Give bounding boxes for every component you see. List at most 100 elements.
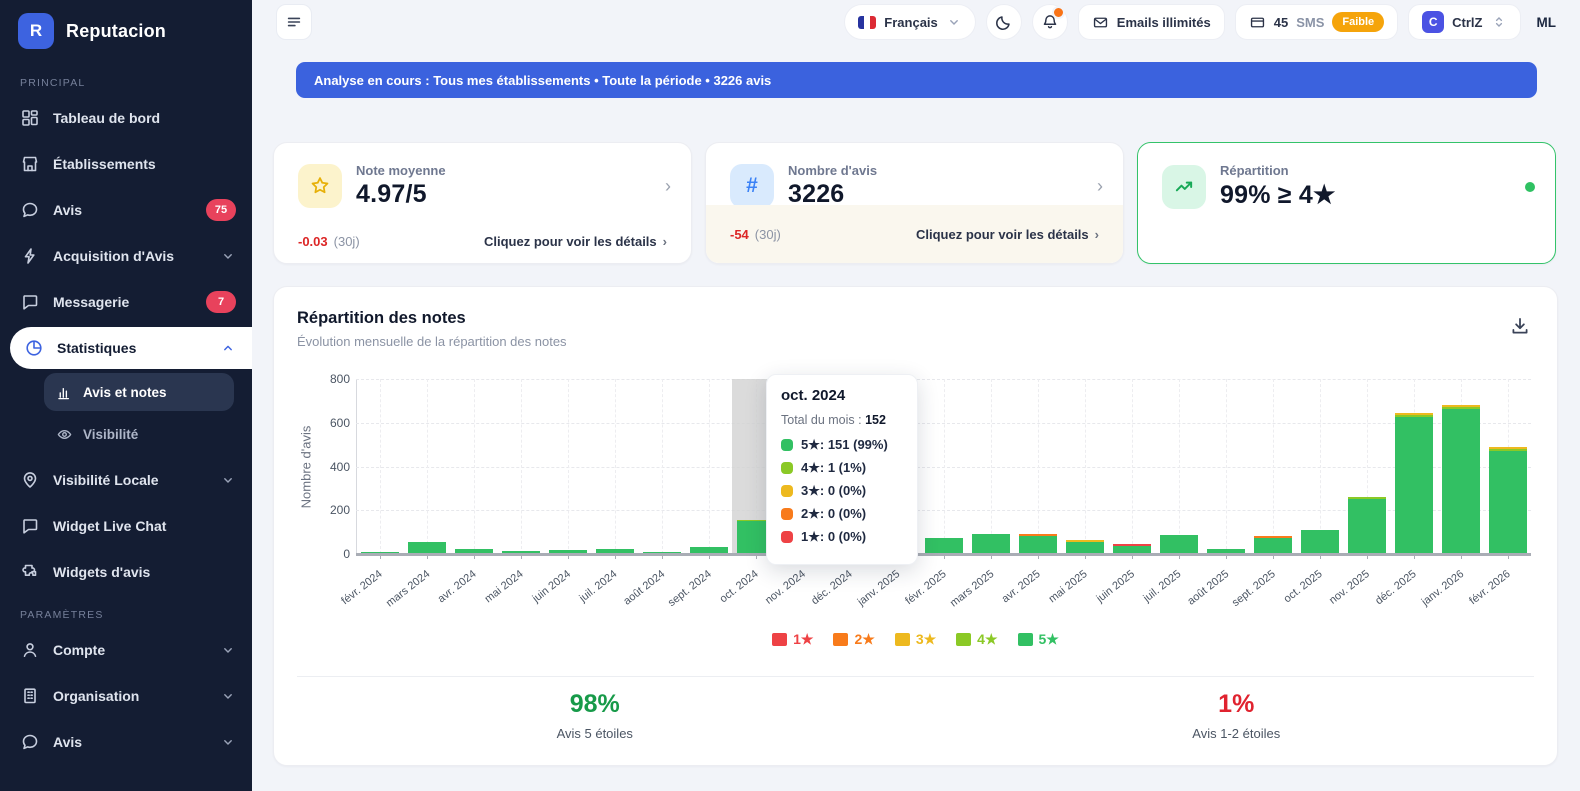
chevron-up-icon	[224, 345, 232, 351]
moon-icon	[995, 16, 1010, 30]
tooltip-row: 1★: 0 (0%)	[781, 529, 903, 545]
bar-oct-2025[interactable]	[1300, 530, 1339, 554]
trend-icon	[1162, 164, 1206, 209]
hamburger-icon	[287, 17, 301, 27]
x-tick-label: juil. 2025	[1141, 568, 1184, 605]
note-moyenne-card[interactable]: Note moyenne 4.97/5 › -0.03 (30j) Cliquez pou…	[273, 142, 692, 264]
sidebar-item-label: Statistiques	[57, 340, 137, 356]
analysis-banner[interactable]: Analyse en cours : Tous mes établissemen…	[296, 62, 1537, 98]
bar-juil-2025[interactable]	[1159, 534, 1198, 554]
x-tick-label: sept. 2024	[666, 568, 714, 610]
card-value: 4.97/5	[356, 180, 427, 208]
download-button[interactable]	[1509, 315, 1531, 337]
x-tick-label: févr. 2026	[1467, 568, 1513, 608]
bar-janv-2026[interactable]	[1441, 404, 1480, 554]
x-tick-label: juin 2025	[1094, 568, 1137, 605]
bar-segment-5★	[1394, 417, 1433, 554]
bar-segment-5★	[1018, 535, 1057, 554]
section-label-parametres: PARAMÈTRES	[20, 609, 104, 621]
sidebar-item-statistiques[interactable]: Statistiques	[10, 327, 252, 369]
x-axis-labels: févr. 2024 mars 2024 avr. 2024 mai 2024 juin…	[339, 560, 1531, 622]
legend-swatch	[833, 633, 849, 646]
legend-swatch	[894, 633, 910, 646]
bar-fevr-2025[interactable]	[924, 537, 963, 554]
legend-item-1[interactable]: 1★	[772, 631, 813, 648]
details-link[interactable]: Cliquez pour voir les détails ›	[484, 234, 667, 249]
delta-value: -54	[730, 226, 749, 242]
count-badge: 7	[206, 291, 236, 313]
legend-label: 3★	[915, 631, 937, 647]
x-tick-label: nov. 2024	[763, 568, 808, 607]
sidebar-item-label: Établissements	[53, 156, 156, 172]
sidebar-item-label: Widgets d'avis	[53, 564, 151, 580]
sidebar-subitem-avis-et-notes[interactable]: Avis et notes	[44, 373, 234, 411]
app-logo[interactable]: R Reputacion	[0, 0, 252, 63]
bar-fevr-2026[interactable]	[1488, 447, 1527, 554]
bar-mai-2025[interactable]	[1065, 539, 1104, 554]
legend-swatch	[772, 633, 788, 646]
sidebar-item-messagerie[interactable]: Messagerie 7	[0, 279, 252, 325]
user-avatar[interactable]: ML	[1537, 15, 1557, 30]
eye-icon	[57, 429, 72, 439]
sidebar-item-organisation[interactable]: Organisation	[0, 673, 252, 719]
dashboard-icon	[22, 110, 38, 126]
summary-1-2-stars: 1% Avis 1-2 étoiles	[916, 690, 1558, 741]
legend-item-4[interactable]: 4★	[956, 631, 998, 648]
legend-label: 1★	[793, 631, 814, 647]
card-icon	[1250, 17, 1264, 27]
bar-chart-plot	[356, 379, 1531, 559]
chat-icon	[22, 202, 38, 218]
language-selector[interactable]: Français	[844, 4, 976, 40]
notifications-button[interactable]	[1031, 4, 1068, 40]
main-area: Français Emails illimités 45 SMS Faible	[252, 0, 1580, 791]
tooltip-row: 3★: 0 (0%)	[781, 483, 903, 499]
chevron-down-icon	[949, 20, 958, 26]
tooltip-row: 5★: 151 (99%)	[781, 437, 903, 453]
dark-mode-button[interactable]	[985, 4, 1022, 40]
sidebar-subitem-visibilite[interactable]: Visibilité	[44, 415, 234, 453]
sidebar-item-label: Widget Live Chat	[53, 518, 167, 534]
pin-icon	[23, 472, 37, 488]
y-axis-ticks: 0 200 400 600 800	[310, 287, 350, 587]
details-link[interactable]: Cliquez pour voir les détails ›	[916, 227, 1099, 242]
nombre-d-avis-card[interactable]: # Nombre d'avis 3226 › -54 (30j) Cliquez pour …	[705, 142, 1124, 264]
sms-credit[interactable]: 45 SMS Faible	[1234, 4, 1399, 40]
sidebar-item-visibilite-locale[interactable]: Visibilité Locale	[0, 457, 252, 503]
sidebar-item-etablissements[interactable]: Établissements	[0, 141, 252, 187]
sidebar-item-tableau-de-bord[interactable]: Tableau de bord	[0, 95, 252, 141]
sidebar-item-label: Tableau de bord	[53, 110, 161, 126]
legend-item-5[interactable]: 5★	[1017, 631, 1059, 648]
section-label-principal: PRINCIPAL	[20, 77, 86, 89]
bar-avr-2025[interactable]	[1018, 533, 1057, 554]
summary-row: 98% Avis 5 étoiles 1% Avis 1-2 étoiles	[274, 690, 1557, 741]
bar-sept-2025[interactable]	[1253, 535, 1292, 554]
sms-count: 45	[1273, 14, 1289, 30]
sidebar-item-avis[interactable]: Avis	[0, 719, 252, 765]
legend-label: 5★	[1038, 631, 1059, 647]
delta-value: -0.03	[298, 233, 328, 249]
x-tick-label: janv. 2025	[855, 568, 902, 609]
legend-item-2[interactable]: 2★	[833, 631, 875, 648]
bar-mars-2025[interactable]	[971, 534, 1010, 554]
sidebar-item-label: Acquisition d'Avis	[53, 248, 175, 264]
card-title: Note moyenne	[356, 163, 446, 178]
download-icon	[1512, 317, 1528, 334]
emails-label: Emails illimités	[1116, 14, 1211, 30]
x-tick-label: déc. 2024	[809, 568, 855, 608]
message-icon	[23, 295, 38, 310]
bar-segment-5★	[924, 537, 963, 554]
sidebar-item-widget-live-chat[interactable]: Widget Live Chat	[0, 503, 252, 549]
bar-nov-2025[interactable]	[1347, 497, 1386, 554]
sidebar-item-compte[interactable]: Compte	[0, 627, 252, 673]
sidebar-item-widgets-d-avis[interactable]: Widgets d'avis	[0, 549, 252, 595]
workspace-selector[interactable]: C CtrlZ	[1408, 4, 1521, 40]
sidebar-item-avis[interactable]: Avis 75	[0, 187, 252, 233]
legend-item-3[interactable]: 3★	[894, 631, 937, 648]
sidebar-toggle-button[interactable]	[276, 4, 312, 40]
sidebar-item-acquisition-d-avis[interactable]: Acquisition d'Avis	[0, 233, 252, 279]
emails-button[interactable]: Emails illimités	[1077, 4, 1225, 40]
card-value: 99% ≥ 4★	[1220, 181, 1336, 209]
bar-dec-2025[interactable]	[1394, 413, 1433, 554]
repartition-card[interactable]: Répartition 99% ≥ 4★	[1137, 142, 1556, 264]
chat-icon	[22, 734, 38, 750]
